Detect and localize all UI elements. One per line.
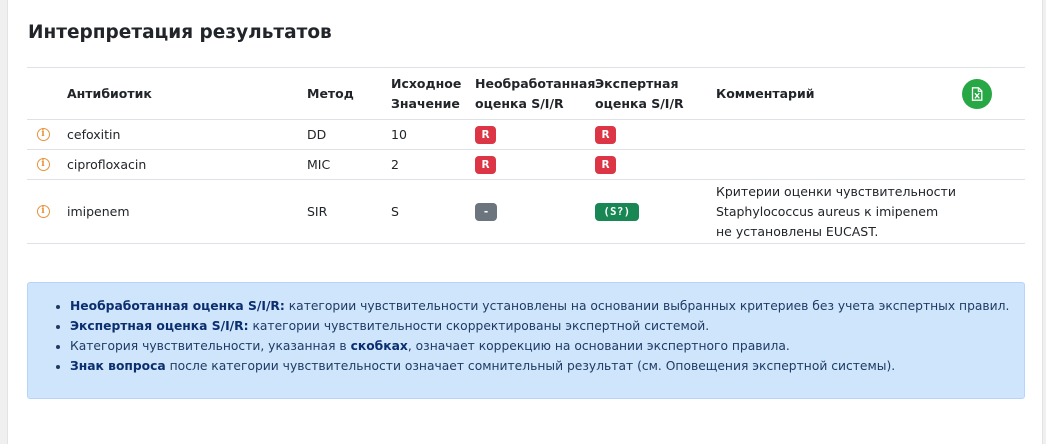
expert-sir-cell: (S?) [595, 180, 639, 243]
header-raw-line2: оценка S/I/R [475, 95, 564, 111]
comment-text [716, 120, 956, 149]
legend-term: скобках [350, 339, 408, 353]
method-value: MIC [307, 157, 331, 172]
info-circle-icon[interactable]: i [36, 158, 50, 171]
antibiotic-name: imipenem [67, 204, 130, 219]
raw-sir-badge: R [475, 155, 496, 174]
header-value-line1: Исходное [391, 75, 462, 91]
antibiotic-name: cefoxitin [67, 127, 121, 142]
raw-sir-cell: - [475, 180, 497, 243]
header-comment: Комментарий [716, 85, 815, 101]
method-value: DD [307, 127, 327, 142]
header-expert-line1: Экспертная [595, 75, 679, 91]
info-cell: i [27, 120, 59, 149]
table-header: Антибиотик Метод Исходное Значение Необра… [27, 68, 1025, 120]
legend-text: категории чувствительности установлены н… [284, 299, 1010, 313]
expert-sir-cell: R [595, 150, 616, 179]
header-expert-sir: Экспертная оценка S/I/R [595, 68, 684, 119]
results-table: Антибиотик Метод Исходное Значение Необра… [27, 67, 1025, 244]
legend-term: Знак вопроса [70, 359, 166, 373]
expert-sir-badge: R [595, 155, 616, 174]
comment-text [716, 150, 956, 179]
raw-value: S [391, 204, 399, 219]
export-cell [957, 68, 997, 119]
info-circle-icon[interactable]: i [36, 128, 50, 141]
legend-text: категории чувствительности скорректирова… [248, 319, 710, 333]
expert-sir-badge: (S?) [595, 202, 639, 221]
excel-file-icon [971, 86, 983, 101]
legend-item-brackets: Категория чувствительности, указанная в … [70, 336, 1009, 356]
page-title: Интерпретация результатов [28, 22, 332, 43]
table-row: i cefoxitin DD 10 R R [27, 120, 1025, 150]
legend-text: после категории чувствительности означае… [165, 359, 896, 373]
results-card: Интерпретация результатов Антибиотик Мет… [7, 0, 1043, 444]
header-raw-line1: Необработанная [475, 75, 596, 91]
raw-sir-badge: - [475, 202, 497, 221]
legend-text: Категория чувствительности, указанная в [70, 339, 351, 353]
raw-sir-badge: R [475, 125, 496, 144]
method-value: SIR [307, 204, 328, 219]
raw-sir-cell: R [475, 150, 496, 179]
legend-item-question: Знак вопроса после категории чувствитель… [70, 356, 1009, 376]
antibiotic-name: ciprofloxacin [67, 157, 147, 172]
legend-note: Необработанная оценка S/I/R: категории ч… [27, 282, 1025, 399]
info-circle-icon[interactable]: i [36, 205, 50, 218]
header-raw-sir: Необработанная оценка S/I/R [475, 68, 595, 119]
legend-item-raw: Необработанная оценка S/I/R: категории ч… [70, 296, 1009, 316]
legend-item-expert: Экспертная оценка S/I/R: категории чувст… [70, 316, 1009, 336]
header-value-line2: Значение [391, 95, 460, 111]
legend-term: Необработанная оценка S/I/R: [70, 299, 285, 313]
legend-term: Экспертная оценка S/I/R: [70, 319, 249, 333]
expert-sir-badge: R [595, 125, 616, 144]
header-expert-line2: оценка S/I/R [595, 95, 684, 111]
header-method: Метод [307, 85, 354, 101]
raw-value: 2 [391, 157, 399, 172]
excel-export-button[interactable] [962, 78, 992, 109]
raw-sir-cell: R [475, 120, 496, 149]
expert-sir-cell: R [595, 120, 616, 149]
info-cell: i [27, 150, 59, 179]
comment-text: Критерии оценки чувствительности Staphyl… [716, 183, 956, 239]
legend-list: Необработанная оценка S/I/R: категории ч… [28, 296, 1009, 376]
header-antibiotic: Антибиотик [67, 85, 152, 101]
table-row: i imipenem SIR S - (S?) Критерии оценки … [27, 180, 1025, 244]
header-value: Исходное Значение [391, 68, 461, 119]
info-cell: i [27, 180, 59, 243]
raw-value: 10 [391, 127, 407, 142]
legend-text: , означает коррекцию на основании экспер… [407, 339, 790, 353]
table-row: i ciprofloxacin MIC 2 R R [27, 150, 1025, 180]
